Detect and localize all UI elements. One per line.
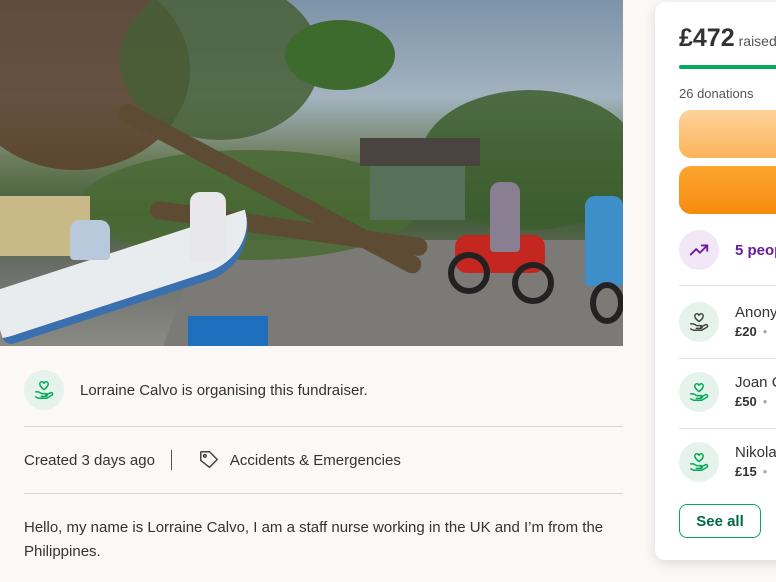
divider [679,285,776,286]
separator-dot: • [762,324,768,339]
heart-hand-icon [679,302,719,342]
created-date: Created 3 days ago [24,451,155,469]
heart-hand-icon [35,381,54,399]
story-text: Hello, my name is Lorraine Calvo, I am a… [24,519,604,560]
fundraiser-meta: Created 3 days ago Accidents & Emergenci… [24,447,401,473]
share-button[interactable] [679,110,776,158]
organiser-row: Lorraine Calvo is organising this fundra… [24,370,623,410]
raised-label: raised [738,33,776,49]
donor-item: Anony £20 • [679,302,776,342]
crate-shape [188,316,268,346]
donor-item: Nikola £15 • [679,442,776,482]
progress-fill [679,65,776,69]
divider [24,426,623,427]
donor-amount: £15 [735,464,757,479]
divider [679,428,776,429]
raised-amount: £472 [679,24,735,52]
trending-row: 5 peop [679,230,776,270]
donor-name: Joan C [735,374,776,391]
divider [24,493,623,494]
fundraiser-hero-image [0,0,623,346]
donate-button[interactable] [679,166,776,214]
organiser-text: Lorraine Calvo is organising this fundra… [80,381,368,399]
amount-raised: £472 raised [679,24,776,53]
donor-name: Nikola [735,444,776,461]
tag-icon [198,449,220,471]
organiser-avatar [24,370,64,410]
donor-item: Joan C £50 • [679,372,776,412]
donation-count: 26 donations [679,86,754,101]
donor-amount: £50 [735,394,757,409]
see-all-button[interactable]: See all [679,504,761,538]
category-link[interactable]: Accidents & Emergencies [230,452,401,469]
progress-bar [679,65,776,69]
donation-card: £472raised 26 donations 5 peop Anony £20… [655,2,776,560]
meta-separator [170,450,172,470]
heart-hand-icon [679,372,719,412]
separator-dot: • [762,394,768,409]
trending-up-icon [679,230,719,270]
heart-hand-icon [679,442,719,482]
donor-amount: £20 [735,324,757,339]
trending-text: 5 peop [735,241,776,259]
separator-dot: • [762,464,768,479]
divider [679,358,776,359]
donor-name: Anony [735,304,776,321]
